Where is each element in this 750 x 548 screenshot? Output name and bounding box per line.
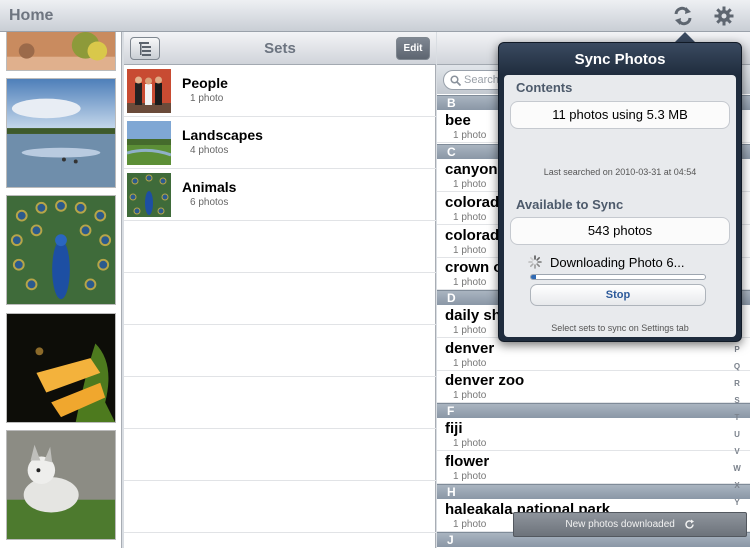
loading-spinner-icon (528, 255, 542, 269)
stop-button[interactable]: Stop (530, 284, 706, 306)
set-thumbnail-landscapes (127, 121, 171, 165)
available-heading: Available to Sync (516, 197, 624, 212)
photo-thumbnail-flower[interactable] (6, 313, 116, 423)
index-letter[interactable]: T (730, 413, 744, 422)
sync-icon[interactable] (672, 5, 694, 27)
set-name: Animals (182, 179, 237, 195)
sets-title: Sets (264, 40, 296, 57)
toast-text: New photos downloaded (565, 519, 675, 530)
gear-icon[interactable] (713, 5, 735, 27)
index-letter[interactable]: W (730, 464, 744, 473)
list-item[interactable]: flower 1 photo (437, 452, 750, 484)
refresh-icon (685, 519, 694, 529)
empty-row (124, 429, 436, 481)
index-letter[interactable]: S (730, 396, 744, 405)
download-progress-fill (531, 275, 537, 279)
photo-thumbnail-lake[interactable] (6, 78, 116, 188)
list-item[interactable]: denver 1 photo (437, 339, 750, 371)
empty-row (124, 481, 436, 533)
contents-value: 11 photos using 5.3 MB (510, 101, 730, 129)
set-row-people[interactable]: People 1 photo (124, 65, 436, 117)
last-searched-text: Last searched on 2010-03-31 at 04:54 (543, 167, 697, 177)
home-button[interactable]: Home (9, 7, 53, 25)
downloading-status: Downloading Photo 6... (550, 255, 685, 270)
search-placeholder: Search (464, 74, 499, 86)
list-item[interactable]: fiji 1 photo (437, 419, 750, 451)
index-letter[interactable]: R (730, 379, 744, 388)
empty-row (124, 273, 436, 325)
search-icon (450, 75, 461, 86)
set-name: Landscapes (182, 127, 263, 143)
list-item[interactable]: denver zoo 1 photo (437, 371, 750, 403)
set-count: 1 photo (190, 93, 224, 104)
edit-button[interactable]: Edit (396, 37, 430, 60)
set-count: 6 photos (190, 197, 229, 208)
set-thumbnail-people (127, 69, 171, 113)
index-letter[interactable]: Y (730, 498, 744, 507)
contents-heading: Contents (516, 80, 573, 95)
index-letter[interactable]: Q (730, 362, 744, 371)
set-row-landscapes[interactable]: Landscapes 4 photos (124, 117, 436, 169)
available-value: 543 photos (510, 217, 730, 245)
set-row-animals[interactable]: Animals 6 photos (124, 169, 436, 221)
index-letter[interactable]: P (730, 345, 744, 354)
notification-toast[interactable]: New photos downloaded (513, 512, 747, 537)
set-count: 4 photos (190, 145, 229, 156)
top-bar: Home (0, 0, 750, 32)
empty-row (124, 377, 436, 429)
set-thumbnail-animals (127, 173, 171, 217)
index-letter[interactable]: V (730, 447, 744, 456)
section-header-f: F (437, 403, 750, 418)
photo-thumbnail-dog[interactable] (6, 430, 116, 540)
set-name: People (182, 75, 228, 91)
photo-thumbnail-desert[interactable] (6, 32, 116, 71)
sync-popover: Sync Photos Contents 11 photos using 5.3… (498, 42, 742, 342)
section-header-h: H (437, 484, 750, 499)
empty-row (124, 325, 436, 377)
download-progress-bar (530, 274, 706, 280)
sets-toolbar: Sets Edit (124, 32, 436, 65)
photo-thumbnail-peacock[interactable] (6, 195, 116, 305)
empty-row (124, 221, 436, 273)
sync-footer-note: Select sets to sync on Settings tab (551, 323, 689, 333)
sets-panel: Sets Edit People 1 photo Landscapes 4 ph… (124, 32, 436, 548)
popover-body: Contents 11 photos using 5.3 MB Last sea… (504, 75, 736, 337)
popover-title: Sync Photos (574, 51, 666, 68)
index-letter[interactable]: U (730, 430, 744, 439)
index-letter[interactable]: X (730, 481, 744, 490)
thumbnail-strip[interactable] (0, 32, 122, 548)
